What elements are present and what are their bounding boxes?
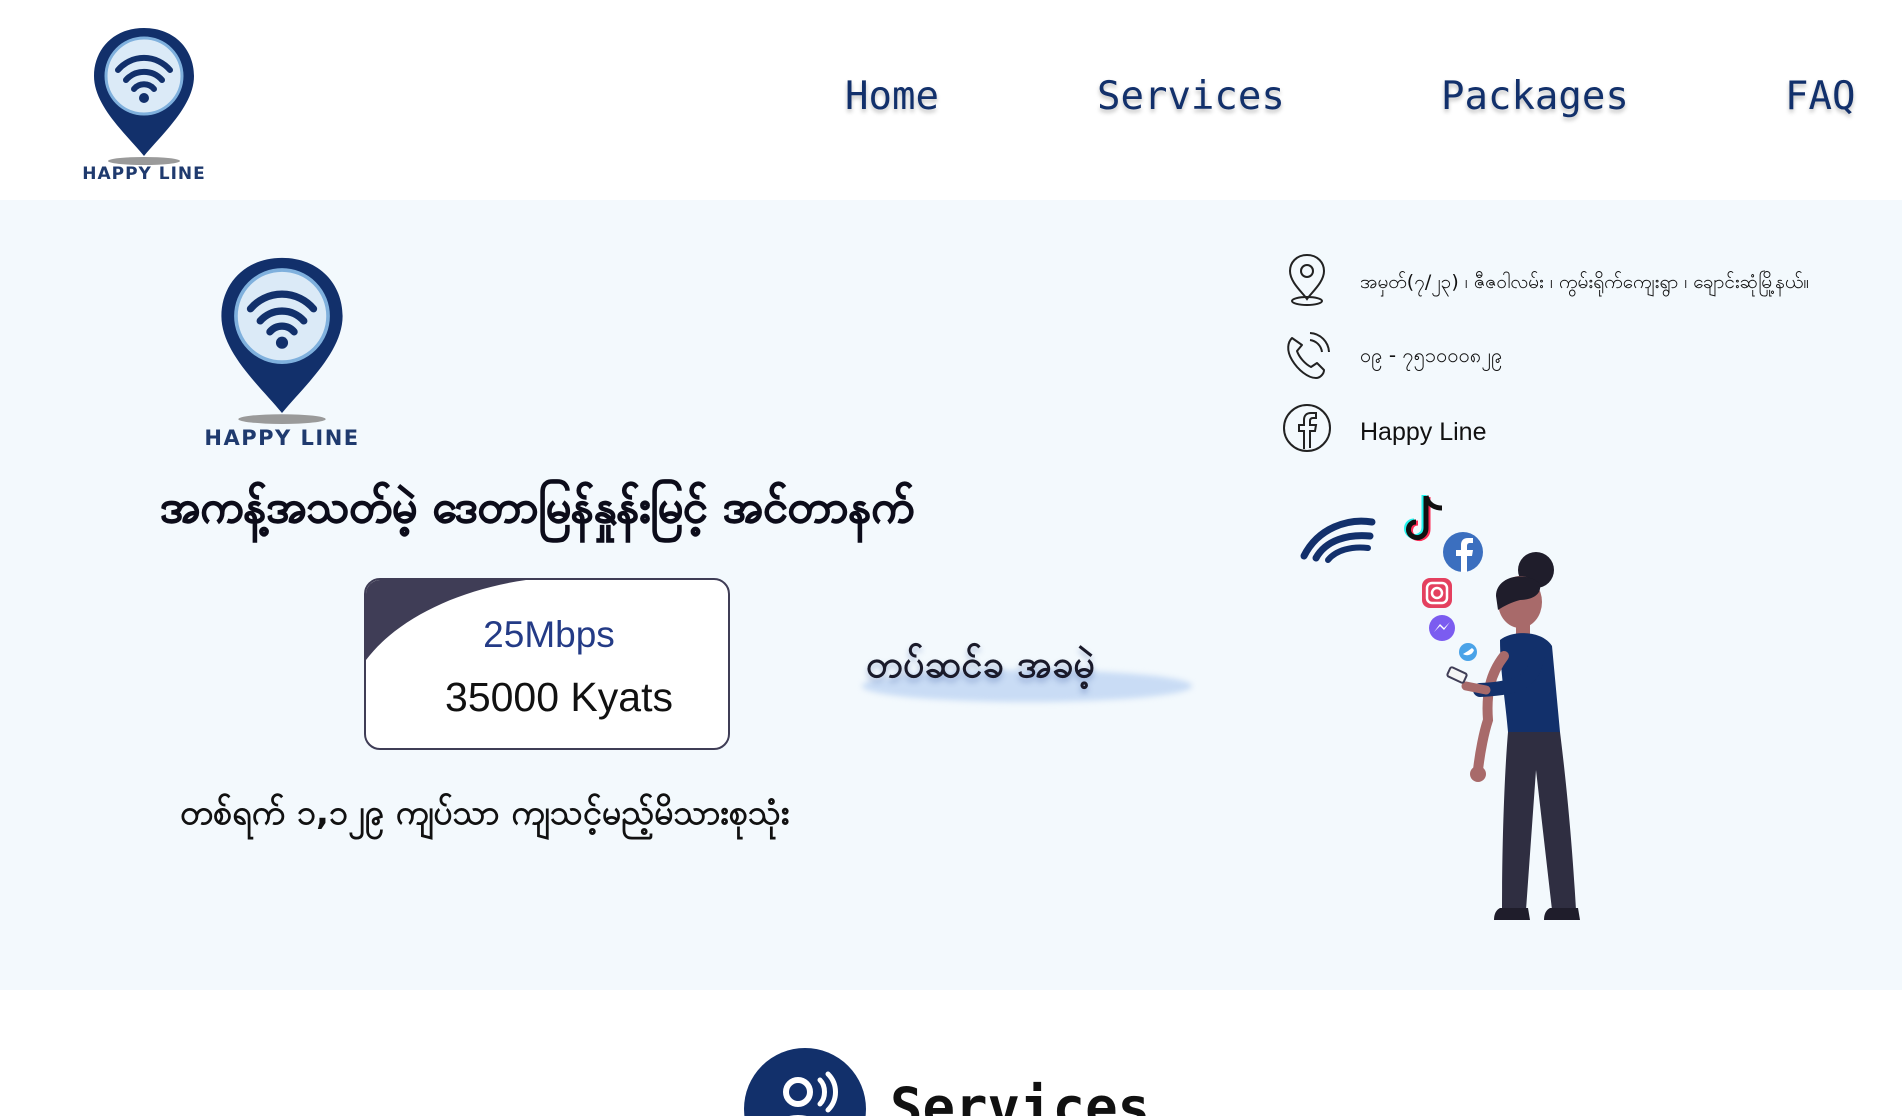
map-pin-wifi-icon — [221, 257, 343, 424]
contact-address-text: အမှတ်(၇/၂၃) ၊ ဇီဇဝါလမ်း ၊ ကွမ်းရိုက်ကျေး… — [1360, 271, 1810, 293]
tiktok-icon — [1404, 495, 1443, 542]
instagram-icon — [1422, 578, 1452, 608]
contact-address: အမှတ်(၇/၂၃) ၊ ဇီဇဝါလမ်း ၊ ကွမ်းရိုက်ကျေး… — [1282, 252, 1902, 312]
services-title: Services — [890, 1076, 1151, 1116]
price-speed: 25Mbps — [483, 614, 615, 655]
price-card[interactable]: 25Mbps 35000 Kyats — [364, 578, 730, 750]
location-pin-icon — [1288, 253, 1326, 306]
nav-services[interactable]: Services — [1097, 74, 1285, 119]
person-figure — [1446, 552, 1580, 920]
brand-logo-text: HAPPY LINE — [82, 164, 206, 184]
price-amount: 35000 Kyats — [445, 674, 673, 720]
messenger-icon — [1429, 615, 1455, 641]
contact-phone-text: ၀၉ - ၇၅၁၀၀၀၈၂၉ — [1360, 343, 1503, 367]
main-nav: Home Services Packages FAQ — [0, 74, 1902, 134]
hero-logo-text: HAPPY LINE — [204, 426, 360, 450]
contact-facebook[interactable]: Happy Line — [1282, 402, 1902, 462]
wifi-signal-icon — [1300, 517, 1376, 563]
free-install-badge: တပ်ဆင်ခ အခမဲ့ — [862, 640, 1202, 710]
facebook-icon — [1283, 404, 1331, 452]
hero-banner: HAPPY LINE အကန့်အသတ်မဲ့ ဒေတာမြန်နှုန်းမြ… — [0, 200, 1902, 990]
card-corner-decoration — [366, 580, 526, 660]
contact-facebook-text: Happy Line — [1360, 418, 1487, 446]
nav-packages[interactable]: Packages — [1441, 74, 1629, 119]
site-header: HAPPY LINE Home Services Packages FAQ — [0, 0, 1902, 200]
hero-subline: တစ်ရက် ၁,၁၂၉ ကျပ်သာ ကျသင့်မည့်မိသားစုသုံ… — [180, 793, 790, 833]
nav-home[interactable]: Home — [845, 74, 939, 119]
user-signal-icon — [744, 1048, 866, 1116]
hero-headline: အကန့်အသတ်မဲ့ ဒေတာမြန်နှုန်းမြင့် အင်တာနက… — [160, 482, 915, 534]
nav-faq[interactable]: FAQ — [1785, 74, 1855, 119]
twitter-icon — [1459, 643, 1477, 661]
phone-icon — [1287, 332, 1330, 379]
person-with-phone-illustration — [1300, 495, 1580, 920]
free-install-text: တပ်ဆင်ခ အခမဲ့ — [866, 642, 1096, 686]
services-section-header: Services — [744, 1048, 1224, 1116]
contact-phone: ၀၉ - ၇၅၁၀၀၀၈၂၉ — [1282, 330, 1902, 390]
hero-logo: HAPPY LINE — [202, 250, 362, 450]
facebook-circle-icon — [1443, 532, 1483, 572]
